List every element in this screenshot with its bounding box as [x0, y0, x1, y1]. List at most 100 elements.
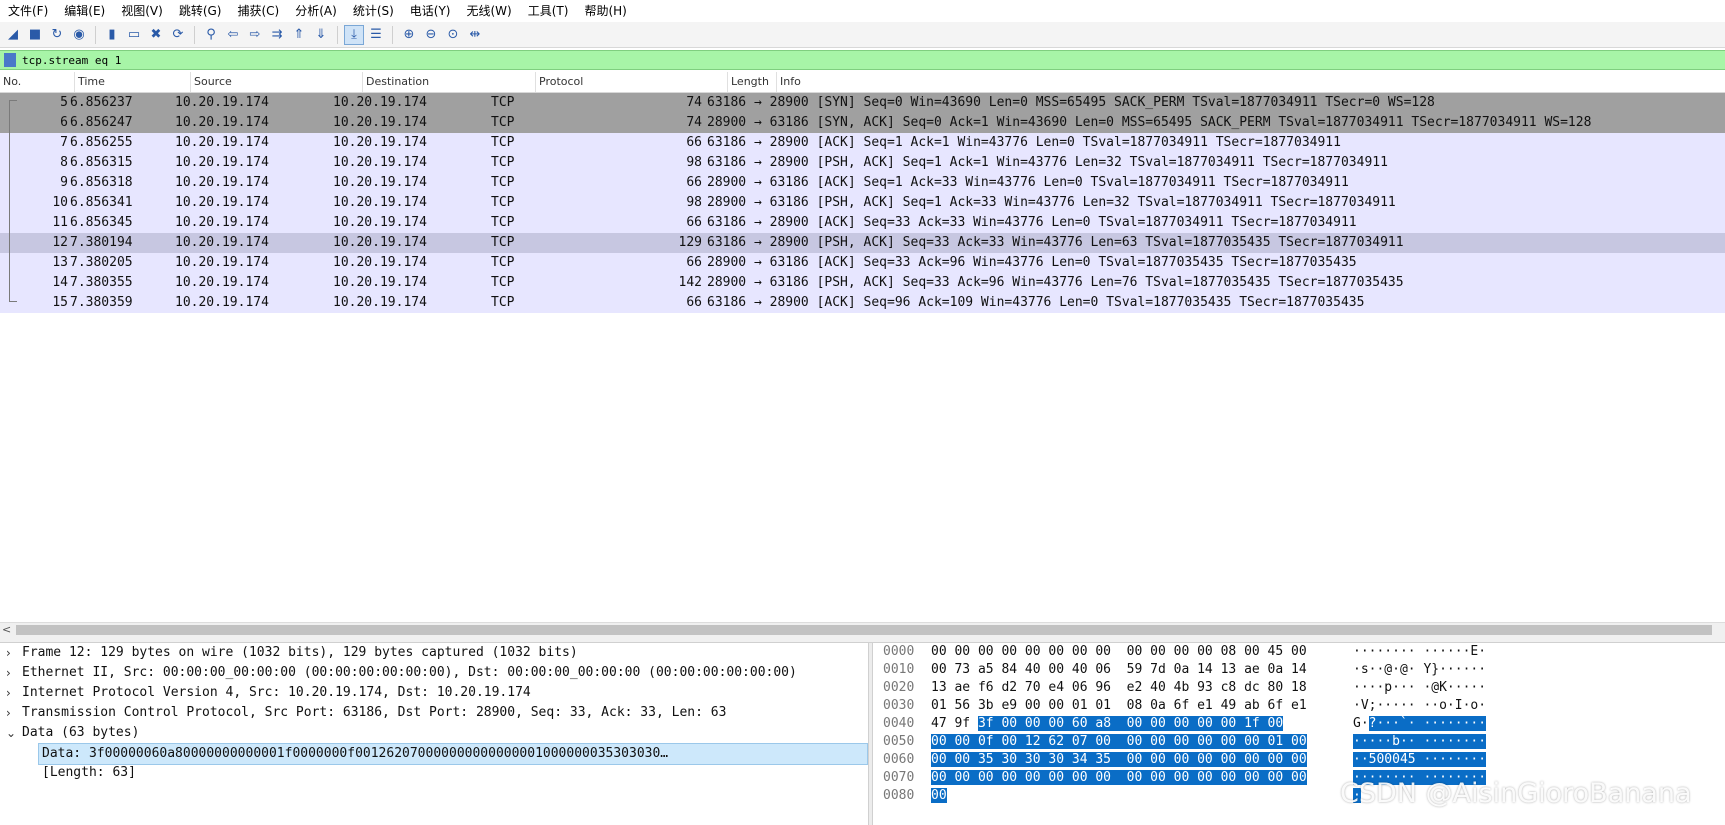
go-last-icon[interactable]: ⇓ — [311, 25, 331, 45]
packet-row[interactable]: 15 7.380359 10.20.19.174 10.20.19.174 TCP 66 6… — [0, 293, 1725, 313]
display-filter-input[interactable]: tcp.stream eq 1 — [22, 54, 121, 67]
menu-item-5[interactable]: 分析(A) — [287, 0, 345, 22]
menu-bar: 文件(F) 编辑(E) 视图(V) 跳转(G) 捕获(C) 分析(A) 统计(S) 电话(Y)… — [0, 0, 1725, 22]
column-header-source[interactable]: Source — [190, 72, 362, 92]
packet-info: 28900 → 63186 [PSH, ACK] Seq=1 Ack=33 Wi… — [707, 195, 1396, 210]
filter-bookmark-icon[interactable] — [4, 53, 16, 67]
hex-ascii-selected: ·····b·· ········ — [1353, 734, 1487, 749]
pane-splitter[interactable] — [0, 636, 1725, 643]
menu-item-4[interactable]: 捕获(C) — [229, 0, 287, 22]
hex-bytes[interactable]: 47 9f 3f 00 00 00 60 a8 00 00 00 00 00 1… — [931, 715, 1284, 733]
bracket-bottom — [10, 301, 17, 302]
details-row[interactable]: › Transmission Control Protocol, Src Port… — [0, 703, 868, 723]
scrollbar-thumb[interactable] — [16, 625, 1712, 635]
go-forward-icon[interactable]: ⇨ — [245, 25, 265, 45]
packet-time: 7.380355 — [70, 275, 133, 290]
scroll-left-icon[interactable]: < — [2, 623, 11, 637]
menu-item-7[interactable]: 电话(Y) — [402, 0, 459, 22]
details-row[interactable]: [Length: 63] — [0, 763, 868, 783]
packet-row[interactable]: 9 6.856318 10.20.19.174 10.20.19.174 TCP 66 28… — [0, 173, 1725, 193]
hex-bytes[interactable]: 00 — [931, 787, 947, 805]
details-text: [Length: 63] — [42, 765, 136, 780]
hex-bytes[interactable]: 00 00 00 00 00 00 00 00 00 00 00 00 08 0… — [931, 643, 1307, 661]
collapsed-arrow-icon[interactable]: › — [6, 643, 11, 663]
go-first-icon[interactable]: ⇑ — [289, 25, 309, 45]
menu-item-8[interactable]: 无线(W) — [459, 0, 520, 22]
details-text: Ethernet II, Src: 00:00:00_00:00:00 (00:… — [22, 665, 797, 680]
expanded-arrow-icon[interactable]: ⌄ — [6, 723, 16, 743]
packet-length: 129 — [678, 235, 702, 250]
find-packet-icon[interactable]: ⚲ — [201, 25, 221, 45]
menu-item-0[interactable]: 文件(F) — [0, 0, 56, 22]
hex-offset: 0020 — [883, 680, 915, 695]
restart-fin-icon[interactable]: ↻ — [47, 25, 67, 45]
close-file-icon[interactable]: ✖ — [146, 25, 166, 45]
packet-row[interactable]: 5 6.856237 10.20.19.174 10.20.19.174 TCP 74 63… — [0, 93, 1725, 113]
details-row[interactable]: › Internet Protocol Version 4, Src: 10.20… — [0, 683, 868, 703]
packet-length: 66 — [686, 175, 702, 190]
packet-row[interactable]: 11 6.856345 10.20.19.174 10.20.19.174 TCP 66 6… — [0, 213, 1725, 233]
column-header-time[interactable]: Time — [74, 72, 190, 92]
colorize-icon[interactable]: ☰ — [366, 25, 386, 45]
packet-row[interactable]: 7 6.856255 10.20.19.174 10.20.19.174 TCP 66 63… — [0, 133, 1725, 153]
hex-bytes[interactable]: 13 ae f6 d2 70 e4 06 96 e2 40 4b 93 c8 d… — [931, 679, 1307, 697]
hex-row: 0040 47 9f 3f 00 00 00 60 a8 00 00 00 00 … — [873, 715, 1725, 733]
packet-destination: 10.20.19.174 — [333, 295, 427, 310]
autoscroll-icon[interactable]: ⤓ — [344, 24, 364, 45]
hex-bytes[interactable]: 01 56 3b e9 00 00 01 01 08 0a 6f e1 49 a… — [931, 697, 1307, 715]
menu-item-9[interactable]: 工具(T) — [520, 0, 577, 22]
column-header-info[interactable]: Info — [776, 72, 1725, 92]
open-folder-icon[interactable]: ▮ — [102, 25, 122, 45]
details-row[interactable]: › Ethernet II, Src: 00:00:00_00:00:00 (00… — [0, 663, 868, 683]
details-row[interactable]: Data: 3f00000060a80000000000001f0000000f… — [0, 743, 868, 765]
packet-source: 10.20.19.174 — [175, 255, 269, 270]
menu-item-1[interactable]: 编辑(E) — [56, 0, 113, 22]
menu-item-6[interactable]: 统计(S) — [345, 0, 402, 22]
hex-ascii[interactable]: ·s··@·@· Y}······ — [1353, 661, 1486, 679]
column-header-protocol[interactable]: Protocol — [535, 72, 727, 92]
zoom-normal-icon[interactable]: ⊙ — [443, 25, 463, 45]
hex-ascii[interactable]: ·V;····· ··o·I·o· — [1353, 697, 1486, 715]
reload-icon[interactable]: ⟳ — [168, 25, 188, 45]
menu-item-10[interactable]: 帮助(H) — [576, 0, 634, 22]
packet-row[interactable]: 6 6.856247 10.20.19.174 10.20.19.174 TCP 74 28… — [0, 113, 1725, 133]
hex-row: 0050 00 00 0f 00 12 62 07 00 00 00 00 00 … — [873, 733, 1725, 751]
display-filter-bar[interactable]: tcp.stream eq 1 — [0, 50, 1725, 70]
menu-item-3[interactable]: 跳转(G) — [171, 0, 230, 22]
shark-fin-start-icon[interactable]: ◢ — [3, 25, 23, 45]
column-header-destination[interactable]: Destination — [362, 72, 535, 92]
collapsed-arrow-icon[interactable]: › — [6, 683, 11, 703]
hex-bytes[interactable]: 00 00 35 30 30 30 34 35 00 00 00 00 00 0… — [931, 751, 1307, 769]
resize-columns-icon[interactable]: ⇹ — [465, 25, 485, 45]
go-back-icon[interactable]: ⇦ — [223, 25, 243, 45]
packet-row[interactable]: 10 6.856341 10.20.19.174 10.20.19.174 TCP 98 2… — [0, 193, 1725, 213]
packet-row[interactable]: 14 7.380355 10.20.19.174 10.20.19.174 TCP 142… — [0, 273, 1725, 293]
packet-row[interactable]: 8 6.856315 10.20.19.174 10.20.19.174 TCP 98 63… — [0, 153, 1725, 173]
hex-offset: 0060 — [883, 752, 915, 767]
go-to-packet-icon[interactable]: ⇉ — [267, 25, 287, 45]
packet-list-hscrollbar[interactable]: < — [0, 622, 1725, 637]
save-file-icon[interactable]: ▭ — [124, 25, 144, 45]
hex-ascii[interactable]: ····p··· ·@K····· — [1353, 679, 1486, 697]
hex-ascii[interactable]: ·····b·· ········ — [1353, 733, 1487, 751]
zoom-out-icon[interactable]: ⊖ — [421, 25, 441, 45]
hex-ascii[interactable]: ········ ······E· — [1353, 643, 1486, 661]
hex-ascii[interactable]: ··500045 ········ — [1353, 751, 1487, 769]
hex-ascii[interactable]: G·?···`· ········ — [1353, 715, 1487, 733]
stop-square-icon[interactable]: ■ — [25, 25, 45, 45]
hex-offset: 0000 — [883, 644, 915, 659]
hex-bytes[interactable]: 00 00 0f 00 12 62 07 00 00 00 00 00 00 0… — [931, 733, 1307, 751]
column-header-length[interactable]: Length — [727, 72, 776, 92]
column-header-no[interactable]: No. — [0, 72, 74, 92]
hex-bytes[interactable]: 00 00 00 00 00 00 00 00 00 00 00 00 00 0… — [931, 769, 1307, 787]
packet-row[interactable]: 12 7.380194 10.20.19.174 10.20.19.174 TCP 129… — [0, 233, 1725, 253]
collapsed-arrow-icon[interactable]: › — [6, 663, 11, 683]
menu-item-2[interactable]: 视图(V) — [113, 0, 171, 22]
details-row[interactable]: › Frame 12: 129 bytes on wire (1032 bits)… — [0, 643, 868, 663]
details-row[interactable]: ⌄ Data (63 bytes) — [0, 723, 868, 743]
capture-options-icon[interactable]: ◉ — [69, 25, 89, 45]
collapsed-arrow-icon[interactable]: › — [6, 703, 11, 723]
hex-bytes[interactable]: 00 73 a5 84 40 00 40 06 59 7d 0a 14 13 a… — [931, 661, 1307, 679]
packet-row[interactable]: 13 7.380205 10.20.19.174 10.20.19.174 TCP 66 2… — [0, 253, 1725, 273]
zoom-in-icon[interactable]: ⊕ — [399, 25, 419, 45]
